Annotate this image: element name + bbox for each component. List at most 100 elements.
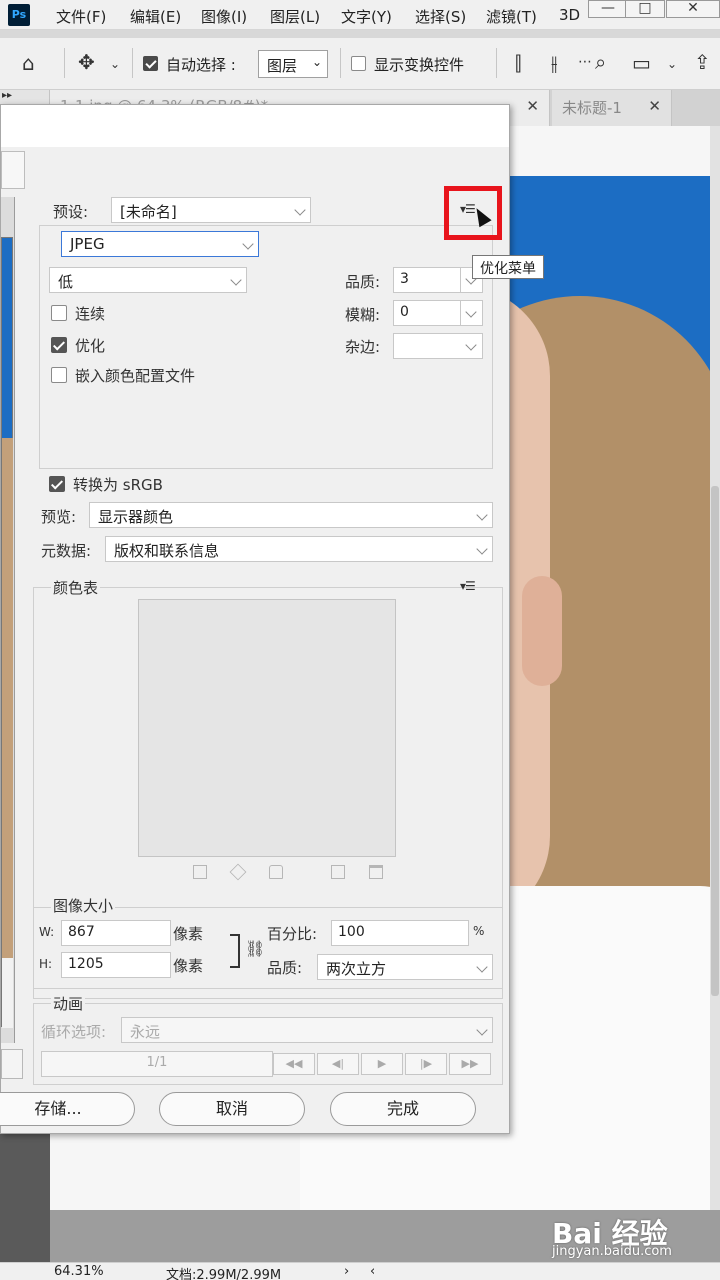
align-left-icon[interactable]: ⫿ bbox=[515, 53, 521, 73]
matte-select[interactable] bbox=[393, 333, 483, 359]
blur-label: 模糊: bbox=[345, 306, 381, 324]
align-center-icon[interactable]: ⫲ bbox=[551, 53, 557, 73]
loop-value: 永远 bbox=[130, 1023, 161, 1041]
frame-counter: 1/1 bbox=[41, 1051, 273, 1077]
show-transform-checkbox[interactable] bbox=[351, 56, 366, 71]
status-menu-chevron-icon[interactable]: › bbox=[344, 1264, 349, 1279]
last-frame-icon[interactable]: ▶▶ bbox=[449, 1053, 491, 1075]
scrollbar-thumb[interactable] bbox=[711, 486, 719, 996]
chevron-down-icon bbox=[465, 339, 477, 351]
resample-select[interactable]: 两次立方 bbox=[317, 954, 493, 980]
metadata-value: 版权和联系信息 bbox=[114, 542, 220, 560]
link-icon[interactable]: ⛓ bbox=[245, 939, 265, 958]
share-icon[interactable]: ⇪ bbox=[694, 52, 711, 72]
home-icon[interactable]: ⌂ bbox=[22, 53, 35, 73]
workspace-icon[interactable]: ▭ bbox=[632, 53, 651, 73]
quality-value: 3 bbox=[400, 271, 409, 287]
show-transform-label: 显示变换控件 bbox=[374, 56, 465, 74]
chevron-down-icon[interactable]: ⌄ bbox=[110, 54, 120, 74]
resample-value: 两次立方 bbox=[326, 960, 387, 978]
percent-label: 百分比: bbox=[267, 925, 318, 943]
menu-layer[interactable]: 图层(L) bbox=[270, 6, 320, 27]
preview-value: 显示器颜色 bbox=[98, 508, 174, 526]
embed-profile-checkbox[interactable] bbox=[51, 367, 67, 383]
delete-color-icon[interactable] bbox=[369, 865, 383, 879]
tab-untitled[interactable]: 未标题-1 ✕ bbox=[552, 90, 672, 126]
new-color-icon[interactable] bbox=[331, 865, 345, 879]
minimize-button[interactable]: — bbox=[588, 0, 628, 18]
preset-select[interactable]: [未命名] bbox=[111, 197, 311, 223]
progressive-label: 连续 bbox=[75, 305, 106, 323]
next-frame-icon[interactable]: |▶ bbox=[405, 1053, 447, 1075]
dialog-title-bar[interactable] bbox=[1, 105, 509, 147]
metadata-label: 元数据: bbox=[41, 542, 92, 560]
maximize-button[interactable]: □ bbox=[625, 0, 665, 18]
vertical-scrollbar[interactable] bbox=[710, 126, 720, 1262]
menu-image[interactable]: 图像(I) bbox=[201, 6, 247, 27]
preview-select[interactable]: 显示器颜色 bbox=[89, 502, 493, 528]
chevron-down-icon[interactable]: ⌄ bbox=[667, 54, 677, 74]
close-icon[interactable]: ✕ bbox=[526, 97, 539, 115]
menu-3d[interactable]: 3D bbox=[559, 6, 580, 24]
preset-label: 预设: bbox=[53, 203, 89, 221]
format-select[interactable]: JPEG bbox=[61, 231, 259, 257]
color-table-swatches[interactable] bbox=[138, 599, 396, 857]
first-frame-icon[interactable]: ◀◀ bbox=[273, 1053, 315, 1075]
auto-select-target-select[interactable]: 图层 ⌄ bbox=[258, 50, 328, 78]
width-value: 867 bbox=[68, 924, 95, 940]
percent-input[interactable]: 100 bbox=[331, 920, 469, 946]
save-button[interactable]: 存储... bbox=[0, 1092, 135, 1126]
width-input[interactable]: 867 bbox=[61, 920, 171, 946]
status-bar: 64.31% 文档:2.99M/2.99M › ‹ bbox=[0, 1262, 720, 1280]
loop-select[interactable]: 永远 bbox=[121, 1017, 493, 1043]
dialog-view-tabs[interactable] bbox=[1, 151, 25, 189]
height-label: H: bbox=[39, 957, 53, 971]
save-for-web-dialog: 预设: [未命名] ▾☰ JPEG 低 品质: 3 连续 模糊: 0 优化 杂边… bbox=[0, 104, 510, 1134]
menu-filter[interactable]: 滤镜(T) bbox=[486, 6, 537, 27]
optimized-checkbox[interactable] bbox=[51, 337, 67, 353]
map-color-icon[interactable] bbox=[193, 865, 207, 879]
chevron-down-icon: ⌄ bbox=[311, 55, 322, 69]
zoom-level[interactable]: 64.31% bbox=[54, 1264, 104, 1279]
quality-preset-select[interactable]: 低 bbox=[49, 267, 247, 293]
more-options-icon[interactable]: ⋯ bbox=[578, 52, 592, 72]
move-tool-icon[interactable]: ✥ bbox=[78, 52, 95, 72]
menu-edit[interactable]: 编辑(E) bbox=[130, 6, 181, 27]
metadata-select[interactable]: 版权和联系信息 bbox=[105, 536, 493, 562]
close-window-button[interactable]: ✕ bbox=[666, 0, 720, 18]
color-table-menu-icon[interactable]: ▾☰ bbox=[460, 579, 476, 593]
height-input[interactable]: 1205 bbox=[61, 952, 171, 978]
width-label: W: bbox=[39, 925, 55, 939]
quality-input[interactable]: 3 bbox=[393, 267, 483, 293]
preview-zoom-control[interactable] bbox=[1, 1049, 23, 1079]
done-button[interactable]: 完成 bbox=[330, 1092, 476, 1126]
cancel-button[interactable]: 取消 bbox=[159, 1092, 305, 1126]
menu-select[interactable]: 选择(S) bbox=[415, 6, 466, 27]
preview-pane[interactable] bbox=[1, 197, 15, 1043]
divider bbox=[64, 48, 65, 78]
convert-srgb-checkbox[interactable] bbox=[49, 476, 65, 492]
play-icon[interactable]: ▶ bbox=[361, 1053, 403, 1075]
collapse-panels-icon[interactable]: ▸▸ bbox=[2, 90, 12, 101]
chevron-down-icon[interactable] bbox=[465, 306, 477, 318]
menu-type[interactable]: 文字(Y) bbox=[341, 6, 392, 27]
auto-select-target-value: 图层 bbox=[267, 57, 298, 75]
scroll-left-icon[interactable]: ‹ bbox=[370, 1264, 375, 1279]
photoshop-logo-icon: Ps bbox=[8, 4, 30, 26]
blur-input[interactable]: 0 bbox=[393, 300, 483, 326]
progressive-checkbox[interactable] bbox=[51, 305, 67, 321]
frame-counter-value: 1/1 bbox=[146, 1055, 168, 1070]
embed-profile-label: 嵌入颜色配置文件 bbox=[75, 367, 196, 385]
previous-frame-icon[interactable]: ◀| bbox=[317, 1053, 359, 1075]
menu-file[interactable]: 文件(F) bbox=[56, 6, 106, 27]
auto-select-label: 自动选择 : bbox=[166, 56, 236, 74]
auto-select-checkbox[interactable] bbox=[143, 56, 158, 71]
close-icon[interactable]: ✕ bbox=[648, 97, 661, 115]
preset-value: [未命名] bbox=[120, 203, 177, 221]
resample-label: 品质: bbox=[267, 959, 303, 977]
color-table-label: 颜色表 bbox=[51, 577, 101, 598]
search-icon[interactable]: ⌕ bbox=[595, 52, 606, 72]
chevron-down-icon bbox=[294, 204, 306, 216]
chevron-down-icon bbox=[476, 543, 488, 555]
lock-color-icon[interactable] bbox=[269, 865, 283, 879]
